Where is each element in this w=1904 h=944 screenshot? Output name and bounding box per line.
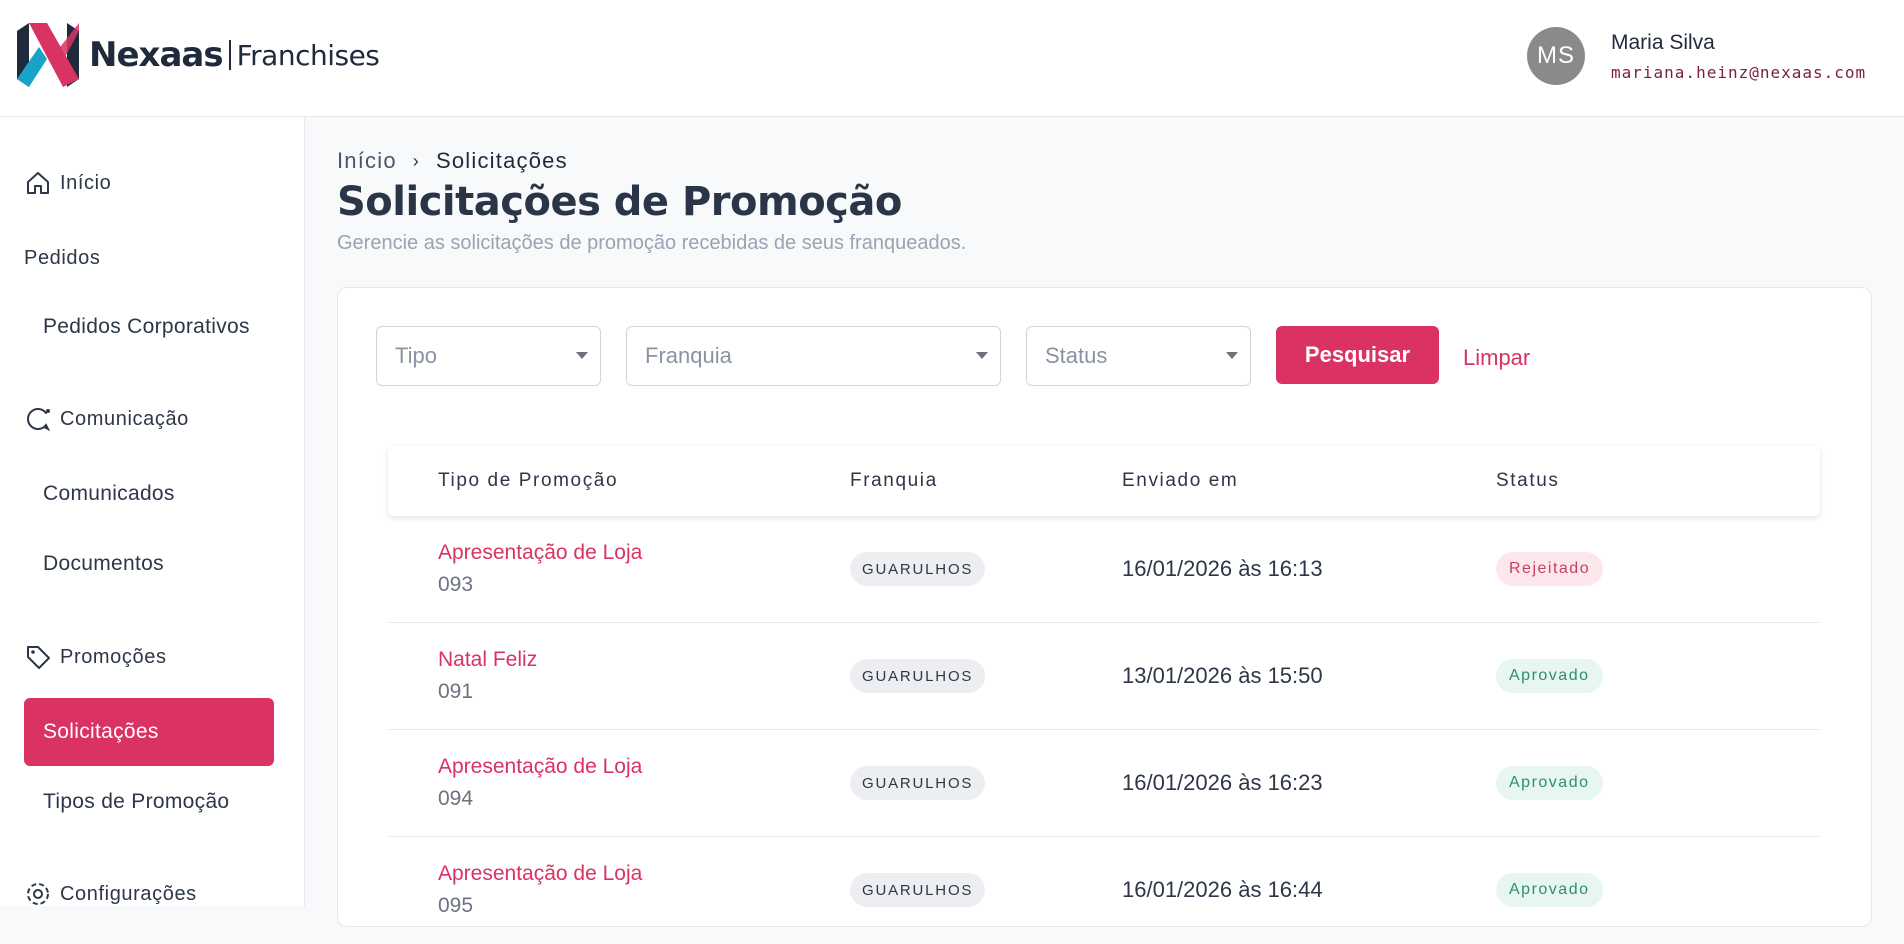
sidebar: Início Pedidos Pedidos Corporativos Comu… xyxy=(0,117,305,906)
main-content: Início › Solicitações Solicitações de Pr… xyxy=(306,117,1904,927)
column-header[interactable]: Franquia xyxy=(850,470,938,492)
brand-name: Nexaas xyxy=(89,35,224,75)
breadcrumb-home[interactable]: Início xyxy=(337,148,397,174)
column-header[interactable]: Tipo de Promoção xyxy=(438,470,618,492)
sent-date: 16/01/2026 às 16:44 xyxy=(1122,877,1323,902)
status-select[interactable]: Status xyxy=(1026,326,1251,386)
tipo-select-placeholder: Tipo xyxy=(395,343,437,368)
sidebar-item-label: Comunicação xyxy=(60,407,189,430)
column-header[interactable]: Status xyxy=(1496,470,1559,492)
promo-name-link[interactable]: Apresentação de Loja xyxy=(438,755,642,779)
promo-number: 095 xyxy=(438,894,474,917)
sidebar-item-label: Início xyxy=(60,171,112,194)
sidebar-item-documentos[interactable]: Documentos xyxy=(43,552,164,576)
home-icon xyxy=(27,172,49,194)
franchise-badge: GUARULHOS xyxy=(850,766,986,800)
status-badge: Aprovado xyxy=(1496,873,1603,907)
franchise-badge: GUARULHOS xyxy=(850,873,986,907)
page-subtitle: Gerencie as solicitações de promoção rec… xyxy=(337,232,967,254)
breadcrumb: Início › Solicitações xyxy=(337,148,568,174)
sent-date: 16/01/2026 às 16:23 xyxy=(1122,770,1323,795)
status-badge: Rejeitado xyxy=(1496,552,1604,586)
status-badge: Aprovado xyxy=(1496,766,1603,800)
sidebar-item-pedidos-corporativos[interactable]: Pedidos Corporativos xyxy=(43,315,250,339)
promo-number: 094 xyxy=(438,787,474,810)
sidebar-item-configuracoes[interactable]: Configurações xyxy=(24,880,197,908)
table-row[interactable]: Apresentação de Loja 095 GUARULHOS 16/01… xyxy=(388,837,1820,944)
sidebar-item-tipos-promocao[interactable]: Tipos de Promoção xyxy=(43,790,229,814)
promo-number: 091 xyxy=(438,680,474,703)
chevron-right-icon: › xyxy=(412,150,420,171)
sidebar-item-promocoes[interactable]: Promoções xyxy=(24,643,167,671)
brand-product: Franchises xyxy=(236,38,380,72)
caret-down-icon xyxy=(976,352,988,359)
sidebar-group-pedidos: Pedidos xyxy=(24,247,101,269)
page-title: Solicitações de Promoção xyxy=(337,179,902,225)
sidebar-item-solicitacoes[interactable]: Solicitações xyxy=(24,698,274,766)
promo-name-link[interactable]: Apresentação de Loja xyxy=(438,541,642,565)
sent-date: 13/01/2026 às 15:50 xyxy=(1122,663,1323,688)
user-info: Maria Silva mariana.heinz@nexaas.com xyxy=(1611,31,1866,82)
table-header: Tipo de Promoção Franquia Enviado em Sta… xyxy=(388,446,1820,516)
caret-down-icon xyxy=(576,352,588,359)
sidebar-item-comunicacao[interactable]: Comunicação xyxy=(24,405,189,433)
tipo-select[interactable]: Tipo xyxy=(376,326,601,386)
user-email: mariana.heinz@nexaas.com xyxy=(1611,62,1867,82)
status-select-placeholder: Status xyxy=(1045,343,1108,368)
promo-name-link[interactable]: Apresentação de Loja xyxy=(438,862,642,886)
chat-icon xyxy=(27,408,51,432)
user-menu[interactable]: MS Maria Silva mariana.heinz@nexaas.com xyxy=(1527,27,1866,85)
sent-date: 16/01/2026 às 16:13 xyxy=(1122,556,1323,581)
breadcrumb-current: Solicitações xyxy=(436,148,568,173)
brand-divider xyxy=(228,40,231,70)
user-name: Maria Silva xyxy=(1611,30,1715,54)
promo-number: 093 xyxy=(438,573,474,596)
top-bar: Nexaas Franchises MS Maria Silva mariana… xyxy=(0,0,1904,117)
table-row[interactable]: Natal Feliz 091 GUARULHOS 13/01/2026 às … xyxy=(388,623,1820,730)
sidebar-item-comunicados[interactable]: Comunicados xyxy=(43,482,175,506)
franchise-badge: GUARULHOS xyxy=(850,659,986,693)
search-button[interactable]: Pesquisar xyxy=(1276,326,1439,384)
clear-filters-link[interactable]: Limpar xyxy=(1463,345,1530,371)
franquia-select-placeholder: Franquia xyxy=(645,343,732,368)
tag-icon xyxy=(27,646,50,669)
table-row[interactable]: Apresentação de Loja 093 GUARULHOS 16/01… xyxy=(388,516,1820,623)
gear-icon xyxy=(27,883,49,905)
nexaas-logo-icon xyxy=(17,23,79,87)
status-badge: Aprovado xyxy=(1496,659,1603,693)
column-header[interactable]: Enviado em xyxy=(1122,470,1238,492)
franchise-badge: GUARULHOS xyxy=(850,552,986,586)
table-row[interactable]: Apresentação de Loja 094 GUARULHOS 16/01… xyxy=(388,730,1820,837)
avatar[interactable]: MS xyxy=(1527,27,1585,85)
sidebar-item-label: Configurações xyxy=(60,882,197,905)
requests-card: Tipo Franquia Status Pesquisar Limpar Ti… xyxy=(337,287,1872,927)
brand-logo[interactable]: Nexaas Franchises xyxy=(17,23,380,87)
caret-down-icon xyxy=(1226,352,1238,359)
promo-name-link[interactable]: Natal Feliz xyxy=(438,648,537,672)
franquia-select[interactable]: Franquia xyxy=(626,326,1001,386)
sidebar-item-label: Promoções xyxy=(60,645,167,668)
sidebar-item-inicio[interactable]: Início xyxy=(24,169,111,197)
